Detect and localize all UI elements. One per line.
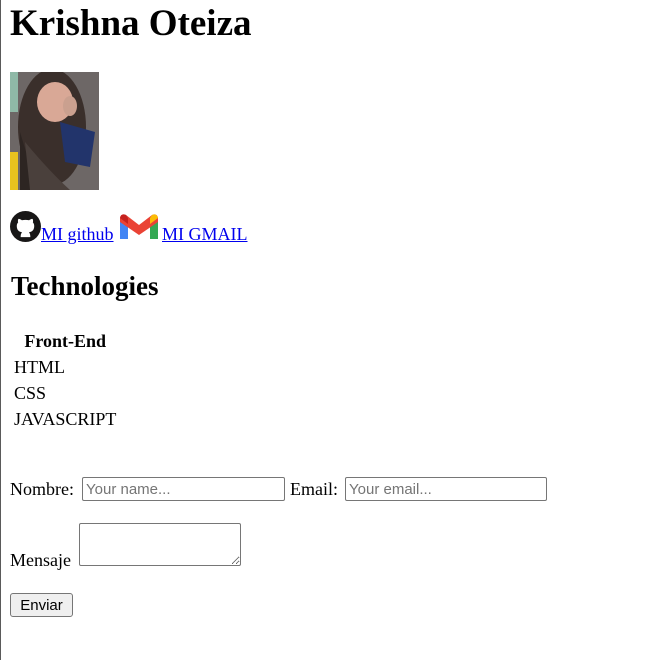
- github-icon[interactable]: [10, 211, 41, 242]
- technologies-heading: Technologies: [11, 271, 159, 301]
- name-input[interactable]: [82, 477, 285, 501]
- technology-item: JAVASCRIPT: [14, 409, 117, 429]
- technology-item: HTML: [14, 357, 65, 377]
- page-content: Krishna Oteiza MI github MI GMAIL Techno…: [10, 0, 652, 660]
- profile-photo: [10, 72, 99, 190]
- submit-button[interactable]: Enviar: [10, 593, 73, 617]
- technology-item: CSS: [14, 383, 47, 403]
- page-title: Krishna Oteiza: [10, 3, 252, 44]
- technologies-table: Front-End HTML CSS JAVASCRIPT: [11, 327, 119, 433]
- message-label: Mensaje: [10, 550, 71, 570]
- front-end-column-header: Front-End: [24, 331, 107, 351]
- message-textarea[interactable]: [79, 523, 241, 566]
- gmail-link[interactable]: MI GMAIL: [162, 223, 248, 245]
- github-link[interactable]: MI github: [41, 223, 114, 245]
- name-label: Nombre:: [10, 479, 74, 499]
- email-input[interactable]: [345, 477, 547, 501]
- page-left-edge: [0, 0, 1, 660]
- gmail-icon[interactable]: [120, 213, 158, 241]
- email-label: Email:: [290, 479, 338, 499]
